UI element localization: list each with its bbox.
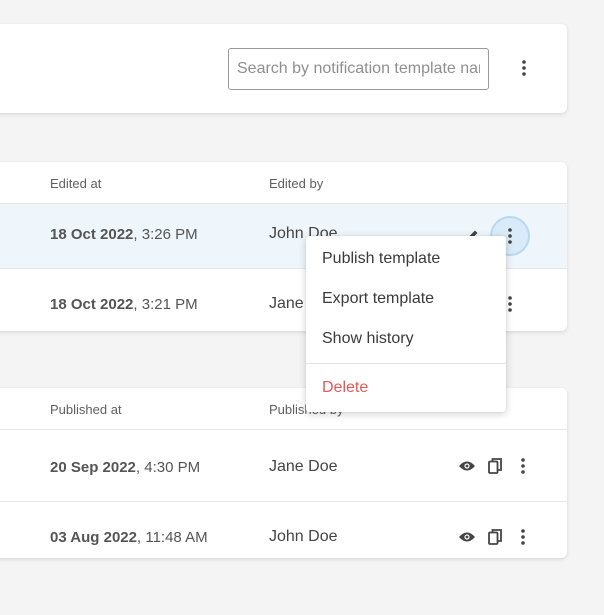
copy-icon: [488, 458, 502, 474]
eye-icon: [459, 532, 475, 542]
column-header-published-at: Published at: [50, 402, 122, 417]
published-by-cell: Jane Doe: [269, 458, 338, 475]
published-table: Published at Published by 20 Sep 2022, 4…: [0, 388, 567, 558]
menu-item-export-template[interactable]: Export template: [306, 279, 506, 319]
eye-icon: [459, 461, 475, 471]
edited-at-cell: 18 Oct 2022, 3:21 PM: [50, 296, 198, 313]
copy-icon: [488, 529, 502, 545]
table-header: Edited at Edited by: [0, 162, 567, 204]
search-toolbar: [0, 24, 567, 113]
menu-divider: [306, 363, 506, 364]
view-button[interactable]: [455, 454, 479, 478]
table-row[interactable]: 20 Sep 2022, 4:30 PM Jane Doe: [0, 430, 567, 502]
column-header-edited-at: Edited at: [50, 176, 102, 191]
toolbar-more-button[interactable]: [506, 50, 542, 86]
published-by-cell: John Doe: [269, 528, 338, 545]
menu-item-publish-template[interactable]: Publish template: [306, 239, 506, 279]
duplicate-button[interactable]: [483, 525, 507, 549]
published-at-cell: 03 Aug 2022, 11:48 AM: [50, 529, 208, 546]
kebab-icon: [508, 296, 512, 312]
table-row[interactable]: 03 Aug 2022, 11:48 AM John Doe: [0, 502, 567, 558]
search-input[interactable]: [228, 48, 489, 90]
published-at-cell: 20 Sep 2022, 4:30 PM: [50, 459, 201, 476]
edited-at-cell: 18 Oct 2022, 3:26 PM: [50, 226, 198, 243]
duplicate-button[interactable]: [483, 454, 507, 478]
menu-item-delete[interactable]: Delete: [306, 368, 506, 408]
kebab-icon: [508, 228, 512, 244]
row-more-button[interactable]: [505, 519, 541, 555]
view-button[interactable]: [455, 525, 479, 549]
row-context-menu: Publish template Export template Show hi…: [306, 236, 506, 412]
column-header-edited-by: Edited by: [269, 176, 324, 191]
kebab-icon: [522, 60, 526, 76]
kebab-icon: [521, 529, 525, 545]
row-more-button[interactable]: [505, 448, 541, 484]
kebab-icon: [521, 458, 525, 474]
menu-item-show-history[interactable]: Show history: [306, 319, 506, 359]
